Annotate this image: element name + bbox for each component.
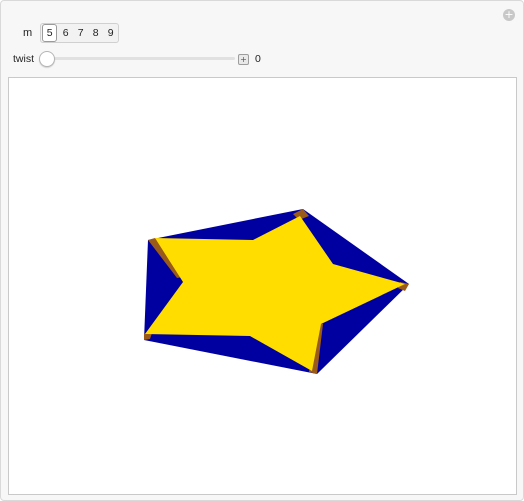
m-control: m 5 6 7 8 9 — [23, 23, 120, 43]
m-option-7[interactable]: 7 — [73, 24, 88, 42]
twist-control: twist + 0 — [13, 51, 261, 67]
plot-area — [8, 77, 517, 495]
star-graphic — [144, 209, 409, 374]
m-option-9[interactable]: 9 — [103, 24, 118, 42]
m-option-6[interactable]: 6 — [58, 24, 73, 42]
twist-slider-thumb[interactable] — [39, 51, 55, 67]
m-option-5[interactable]: 5 — [42, 24, 58, 42]
plus-box-icon[interactable]: + — [238, 53, 249, 65]
twist-value: 0 — [255, 53, 261, 65]
m-option-8[interactable]: 8 — [88, 24, 103, 42]
plus-circle-icon[interactable]: + — [503, 9, 515, 21]
twist-label: twist — [13, 53, 34, 65]
m-setter-bar: 5 6 7 8 9 — [40, 23, 120, 43]
m-label: m — [23, 27, 33, 39]
demonstration-panel: + m 5 6 7 8 9 twist + 0 — [0, 0, 524, 501]
twist-slider[interactable] — [39, 51, 235, 67]
twist-slider-track[interactable] — [39, 57, 235, 60]
